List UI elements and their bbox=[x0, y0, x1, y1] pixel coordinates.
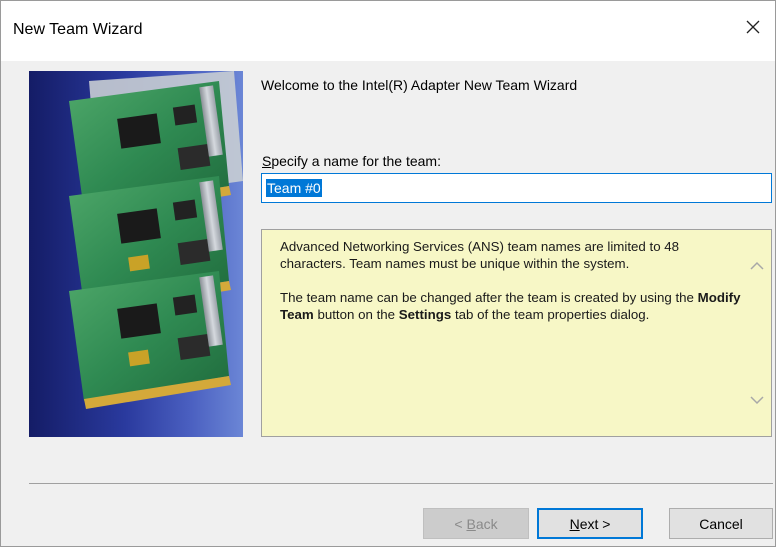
chevron-up-icon bbox=[750, 261, 764, 270]
info-paragraph-2-part1: The team name can be changed after the t… bbox=[280, 290, 698, 305]
info-paragraph-1: Advanced Networking Services (ANS) team … bbox=[280, 239, 680, 271]
team-name-label: Specify a name for the team: bbox=[262, 153, 441, 169]
back-button-prefix: < bbox=[454, 515, 467, 532]
cancel-button[interactable]: Cancel bbox=[669, 508, 773, 539]
next-button-text: ext > bbox=[579, 515, 611, 532]
info-paragraph-2: The team name can be changed after the t… bbox=[280, 289, 742, 323]
wizard-illustration bbox=[29, 71, 243, 437]
scroll-down-button[interactable] bbox=[747, 390, 767, 410]
welcome-heading: Welcome to the Intel(R) Adapter New Team… bbox=[261, 77, 578, 93]
team-name-input[interactable]: Team #0 bbox=[261, 173, 772, 203]
info-paragraph-2-part3: tab of the team properties dialog. bbox=[451, 307, 650, 322]
button-separator bbox=[29, 483, 773, 484]
title-bar: New Team Wizard bbox=[1, 1, 775, 61]
network-adapter-cards-image bbox=[69, 71, 243, 409]
info-text: Advanced Networking Services (ANS) team … bbox=[280, 238, 742, 340]
scroll-up-button[interactable] bbox=[747, 256, 767, 276]
next-button[interactable]: Next > bbox=[537, 508, 643, 539]
info-description-box[interactable]: Advanced Networking Services (ANS) team … bbox=[261, 229, 772, 437]
team-name-label-text: pecify a name for the team: bbox=[271, 153, 441, 169]
team-name-label-accelerator: S bbox=[262, 153, 272, 169]
window-title: New Team Wizard bbox=[13, 21, 143, 38]
info-paragraph-2-part2: button on the bbox=[313, 307, 399, 322]
close-icon bbox=[746, 20, 760, 34]
close-button[interactable] bbox=[731, 9, 775, 45]
wizard-window: New Team Wizard Welcome to the Intel(R) … bbox=[0, 0, 776, 547]
back-button-text: ack bbox=[475, 515, 498, 532]
next-button-accelerator: N bbox=[569, 515, 580, 532]
team-name-value: Team #0 bbox=[266, 179, 322, 197]
settings-emphasis: Settings bbox=[398, 307, 452, 322]
back-button[interactable]: < Back bbox=[423, 508, 529, 539]
back-button-accelerator: B bbox=[466, 515, 476, 532]
chevron-down-icon bbox=[750, 396, 764, 405]
